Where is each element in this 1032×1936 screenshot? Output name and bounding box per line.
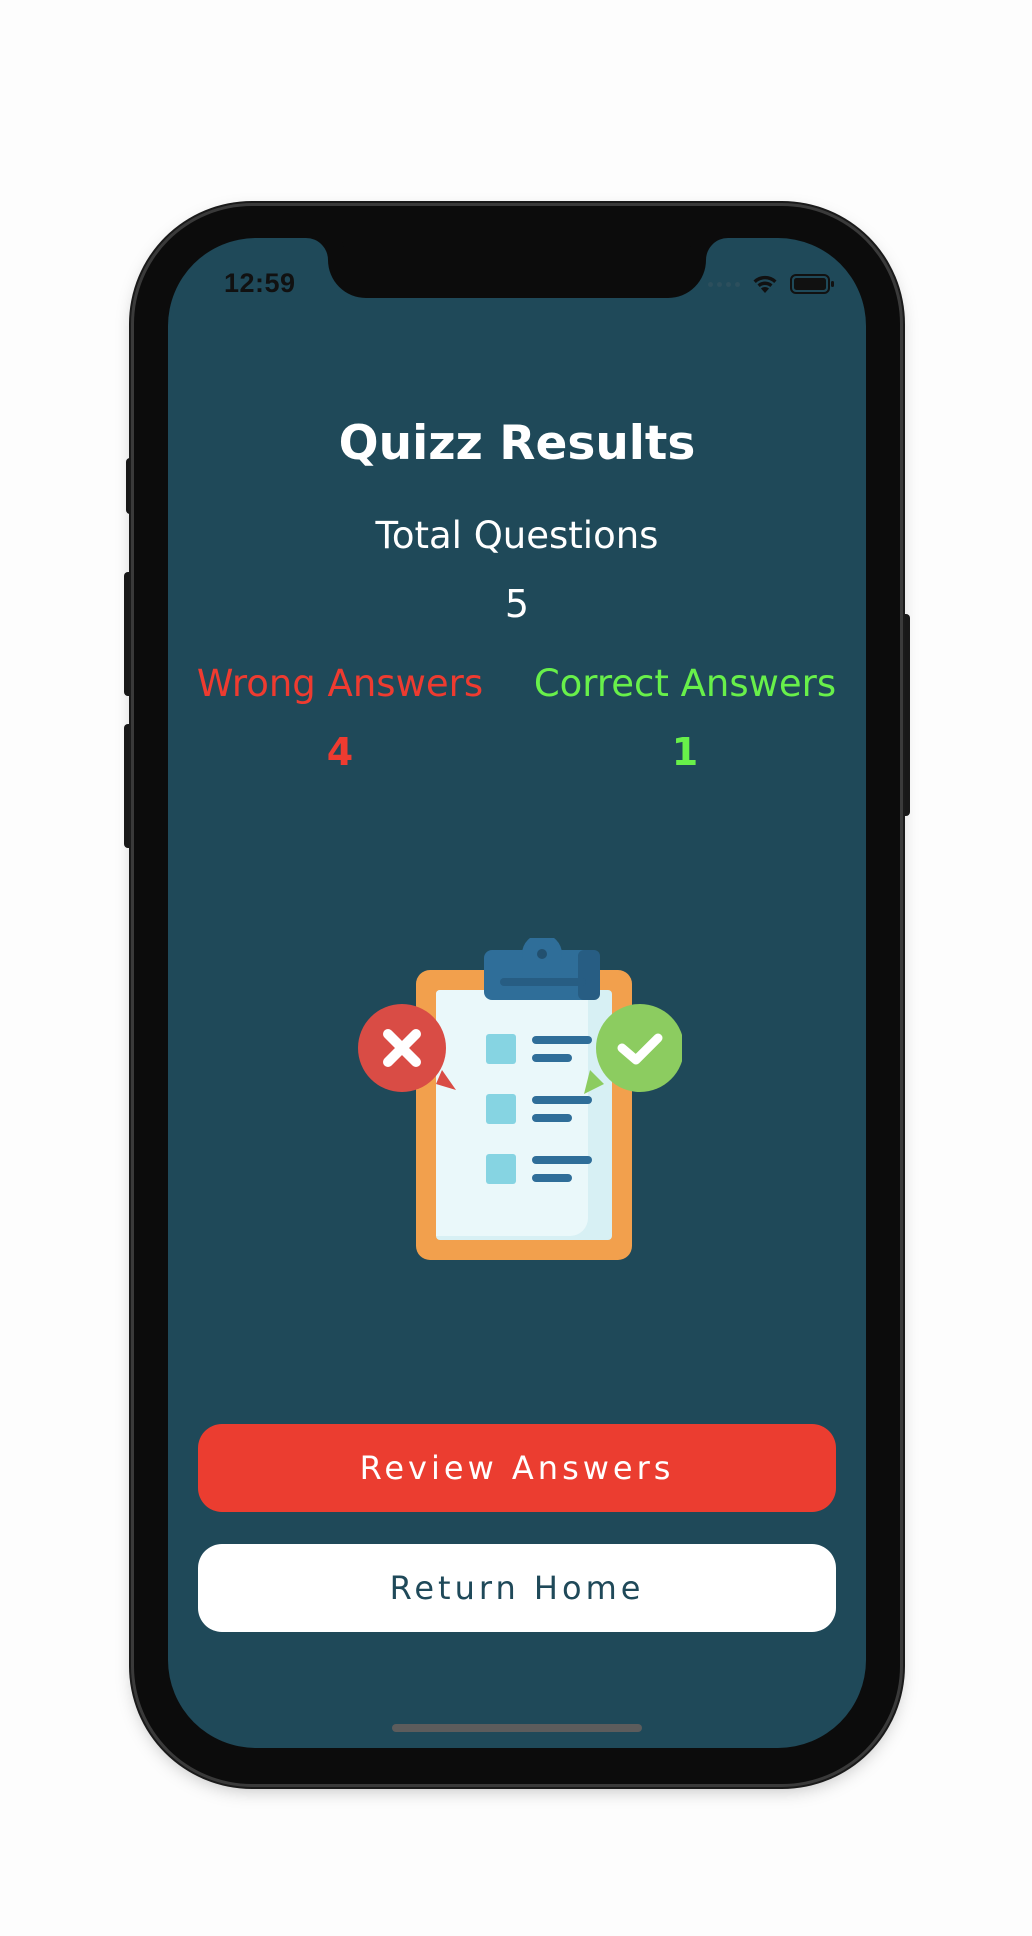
clipboard-checklist-icon — [358, 938, 682, 1260]
battery-icon — [790, 274, 834, 294]
status-time: 12:59 — [224, 268, 296, 298]
app-screen: 12:59 Quizz Results Total Questions 5 Wr… — [168, 238, 866, 1748]
return-home-button[interactable]: Return Home — [198, 1544, 836, 1632]
status-icons — [708, 272, 836, 296]
total-questions-value: 5 — [504, 582, 530, 626]
notch — [328, 238, 706, 298]
stage: 12:59 Quizz Results Total Questions 5 Wr… — [0, 0, 1032, 1936]
review-answers-button[interactable]: Review Answers — [198, 1424, 836, 1512]
wrong-answers-value: 4 — [326, 730, 354, 774]
signal-icon — [708, 281, 740, 287]
correct-answers-value: 1 — [671, 730, 699, 774]
page-title: Quizz Results — [338, 416, 696, 471]
home-indicator[interactable] — [392, 1724, 642, 1732]
wifi-icon — [753, 275, 777, 293]
wrong-answers-label: Wrong Answers — [196, 662, 484, 705]
correct-answers-label: Correct Answers — [533, 662, 837, 705]
total-questions-label: Total Questions — [375, 514, 659, 557]
